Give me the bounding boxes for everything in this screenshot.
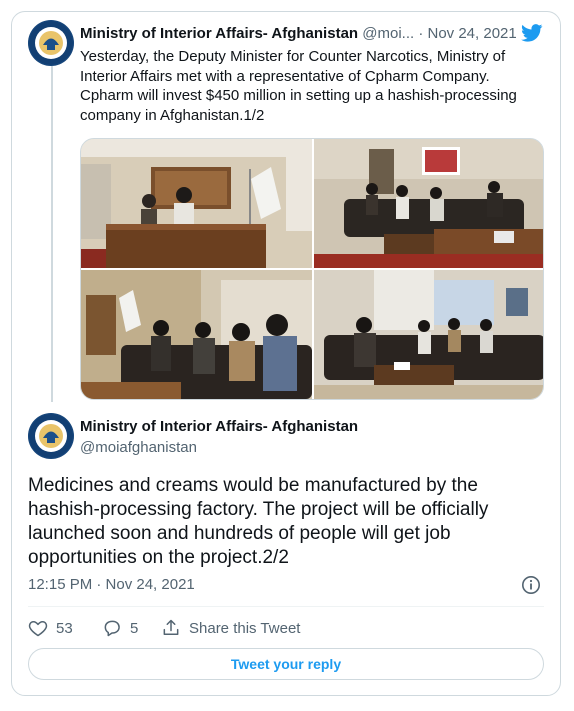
reply-count: 5 [130,619,139,637]
reply-button[interactable]: 5 [102,616,138,640]
parent-author-name[interactable]: Ministry of Interior Affairs- Afghanista… [80,25,358,42]
main-author-handle[interactable]: @moiafghanistan [80,439,197,456]
avatar[interactable] [28,20,74,66]
tweet-your-reply-button[interactable]: Tweet your reply [28,648,544,680]
share-button[interactable]: Share this Tweet [161,616,300,640]
main-author-name[interactable]: Ministry of Interior Affairs- Afghanista… [80,418,358,435]
separator-dot: · [418,25,424,42]
tweet-actions: 53 5 Share this Tweet [28,616,428,640]
tweet-timestamp[interactable]: 12:15 PM · Nov 24, 2021 [28,576,195,593]
avatar[interactable] [28,413,74,459]
like-button[interactable]: 53 [28,616,73,640]
heart-icon [28,621,48,637]
tweet-photo[interactable] [314,270,543,399]
parent-tweet-text: Yesterday, the Deputy Minister for Count… [80,48,517,124]
divider [28,606,544,607]
tweet-photo[interactable] [81,139,312,268]
tweet-photo[interactable] [314,139,543,268]
parent-tweet-header: Ministry of Interior Affairs- Afghanista… [80,25,540,45]
tweet-photo[interactable] [81,270,312,399]
reply-icon [104,620,120,637]
share-icon [163,619,179,635]
tweet-media-grid [80,138,544,400]
parent-author-handle[interactable]: @moi... [362,25,414,42]
like-count: 53 [56,619,73,637]
main-tweet-text: Medicines and creams would be manufactur… [28,475,489,568]
share-label: Share this Tweet [189,619,301,637]
info-icon[interactable] [521,575,541,595]
twitter-bird-icon[interactable] [521,24,543,42]
thread-connector-line [51,66,53,402]
parent-tweet-date[interactable]: Nov 24, 2021 [428,25,517,42]
